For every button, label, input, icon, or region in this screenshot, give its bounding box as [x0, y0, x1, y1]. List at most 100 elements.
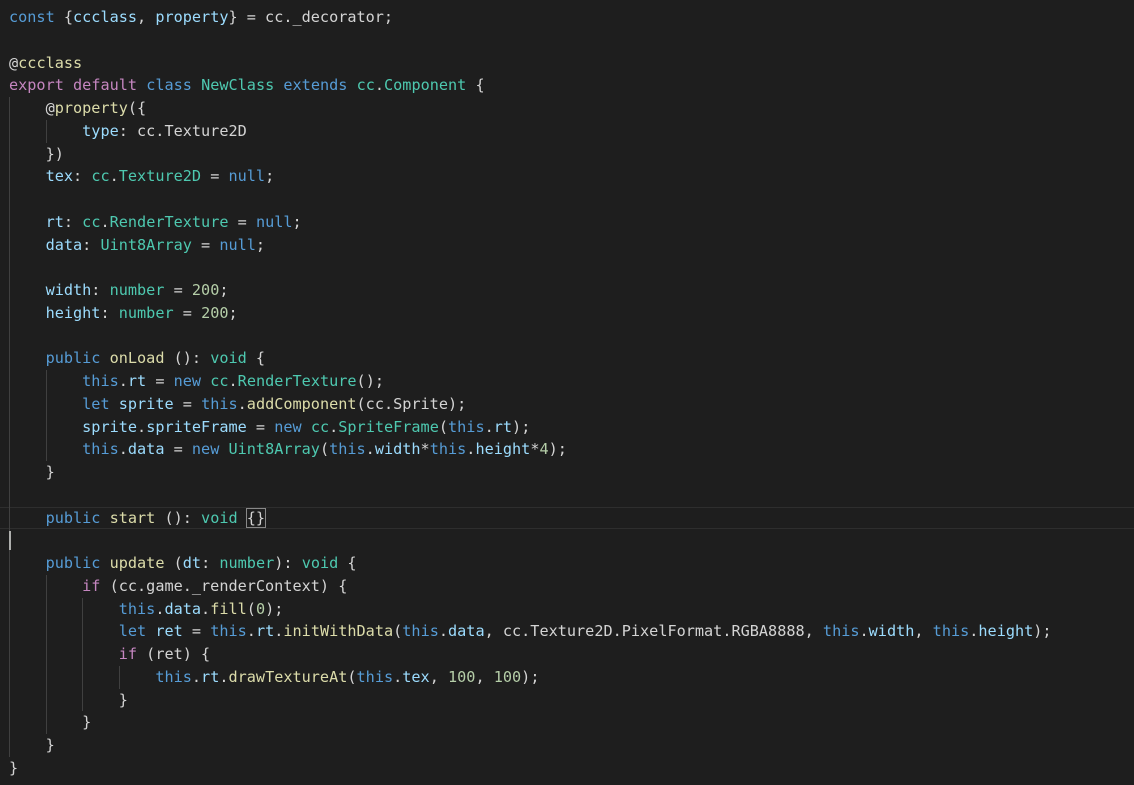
code-line[interactable]: }: [9, 711, 91, 734]
code-token: rt: [255, 622, 275, 641]
code-line[interactable]: this.rt = new cc.RenderTexture();: [9, 370, 384, 393]
code-token: :: [82, 235, 101, 254]
code-line[interactable]: }: [9, 757, 18, 780]
code-token: .: [118, 440, 128, 459]
code-line[interactable]: type: cc.Texture2D: [9, 120, 247, 143]
code-token: new: [173, 372, 202, 390]
code-line[interactable]: let sprite = this.addComponent(cc.Sprite…: [9, 393, 466, 416]
code-token: RenderTexture: [109, 212, 229, 231]
code-token: new: [274, 417, 302, 436]
code-token: 0: [255, 599, 266, 618]
code-token: tex: [402, 667, 430, 686]
code-token: extends: [283, 76, 348, 95]
code-token: data: [448, 622, 485, 641]
code-line[interactable]: @ccclass: [9, 52, 82, 75]
code-token: RenderTexture: [237, 372, 357, 390]
code-token: ();: [356, 372, 384, 390]
code-token: .: [191, 667, 202, 686]
code-token: data: [164, 599, 202, 618]
code-token: .: [137, 417, 147, 436]
code-token: .: [118, 372, 128, 390]
matched-bracket: {}: [245, 507, 267, 528]
code-token: (: [246, 599, 256, 618]
code-line[interactable]: if (cc.game._renderContext) {: [9, 575, 347, 598]
code-token: this: [201, 394, 238, 413]
code-token: let: [82, 394, 110, 413]
code-line[interactable]: width: number = 200;: [9, 279, 229, 302]
code-token: ,: [914, 622, 933, 641]
code-token: this: [356, 667, 394, 686]
code-token: 4: [539, 440, 549, 459]
code-line[interactable]: this.data.fill(0);: [9, 598, 284, 621]
code-token: cc: [210, 372, 229, 390]
code-line[interactable]: sprite.spriteFrame = new cc.SpriteFrame(…: [9, 416, 530, 439]
code-token: ({: [127, 99, 147, 117]
code-token: ret: [155, 622, 183, 641]
code-token: if: [118, 645, 138, 663]
code-line[interactable]: let ret = this.rt.initWithData(this.data…: [9, 620, 1052, 643]
code-token: null: [228, 167, 266, 186]
code-token: :: [201, 554, 220, 572]
code-token: {: [338, 554, 357, 572]
code-line[interactable]: }: [9, 734, 55, 757]
code-token: data: [45, 235, 83, 254]
code-line[interactable]: export default class NewClass extends cc…: [9, 74, 485, 97]
code-token: dt: [182, 554, 202, 572]
code-token: 100: [448, 667, 476, 686]
code-token: =: [201, 167, 229, 186]
code-token: rt: [45, 212, 64, 231]
code-token: width: [374, 440, 421, 459]
code-token: width: [868, 622, 915, 641]
code-token: void: [301, 554, 339, 572]
code-token: Uint8Array: [100, 235, 192, 254]
code-line[interactable]: data: Uint8Array = null;: [9, 234, 265, 257]
code-token: Component: [384, 76, 467, 95]
code-line[interactable]: public start (): void {}: [9, 507, 267, 530]
code-token: number: [219, 554, 275, 572]
code-line[interactable]: this.rt.drawTextureAt(this.tex, 100, 100…: [9, 666, 539, 689]
code-line[interactable]: }: [9, 461, 55, 484]
code-line[interactable]: if (ret) {: [9, 643, 210, 666]
code-token: .: [246, 622, 256, 641]
code-token: this: [329, 440, 366, 459]
code-line[interactable]: this.data = new Uint8Array(this.width*th…: [9, 438, 567, 461]
code-line[interactable]: rt: cc.RenderTexture = null;: [9, 211, 302, 234]
code-line[interactable]: }: [9, 689, 128, 712]
code-token: null: [255, 212, 293, 231]
text-cursor: [9, 531, 11, 551]
code-token: }: [9, 713, 92, 732]
code-token: ;: [219, 281, 229, 299]
code-line[interactable]: }): [9, 143, 64, 166]
code-token: );: [1033, 622, 1052, 641]
code-token: Uint8Array: [228, 440, 320, 459]
code-line[interactable]: public update (dt: number): void {: [9, 552, 357, 575]
code-line[interactable]: public onLoad (): void {: [9, 347, 266, 370]
code-token: }: [9, 690, 128, 709]
code-token: :: [91, 281, 110, 299]
code-line[interactable]: const {ccclass, property} = cc._decorato…: [9, 6, 393, 29]
code-token: new: [191, 440, 220, 459]
code-line[interactable]: tex: cc.Texture2D = null;: [9, 165, 275, 188]
code-token: class: [146, 76, 192, 95]
code-token: =: [164, 440, 192, 459]
code-token: @: [9, 99, 55, 117]
code-token: 100: [493, 667, 522, 686]
code-token: (: [347, 667, 357, 686]
code-editor[interactable]: const {ccclass, property} = cc._decorato…: [0, 0, 1134, 785]
code-token: (: [319, 440, 330, 459]
code-token: sprite: [82, 417, 138, 436]
code-line[interactable]: height: number = 200;: [9, 302, 238, 325]
code-line[interactable]: @property({: [9, 97, 147, 120]
code-token: .: [201, 599, 211, 618]
code-token: ;: [228, 303, 238, 322]
